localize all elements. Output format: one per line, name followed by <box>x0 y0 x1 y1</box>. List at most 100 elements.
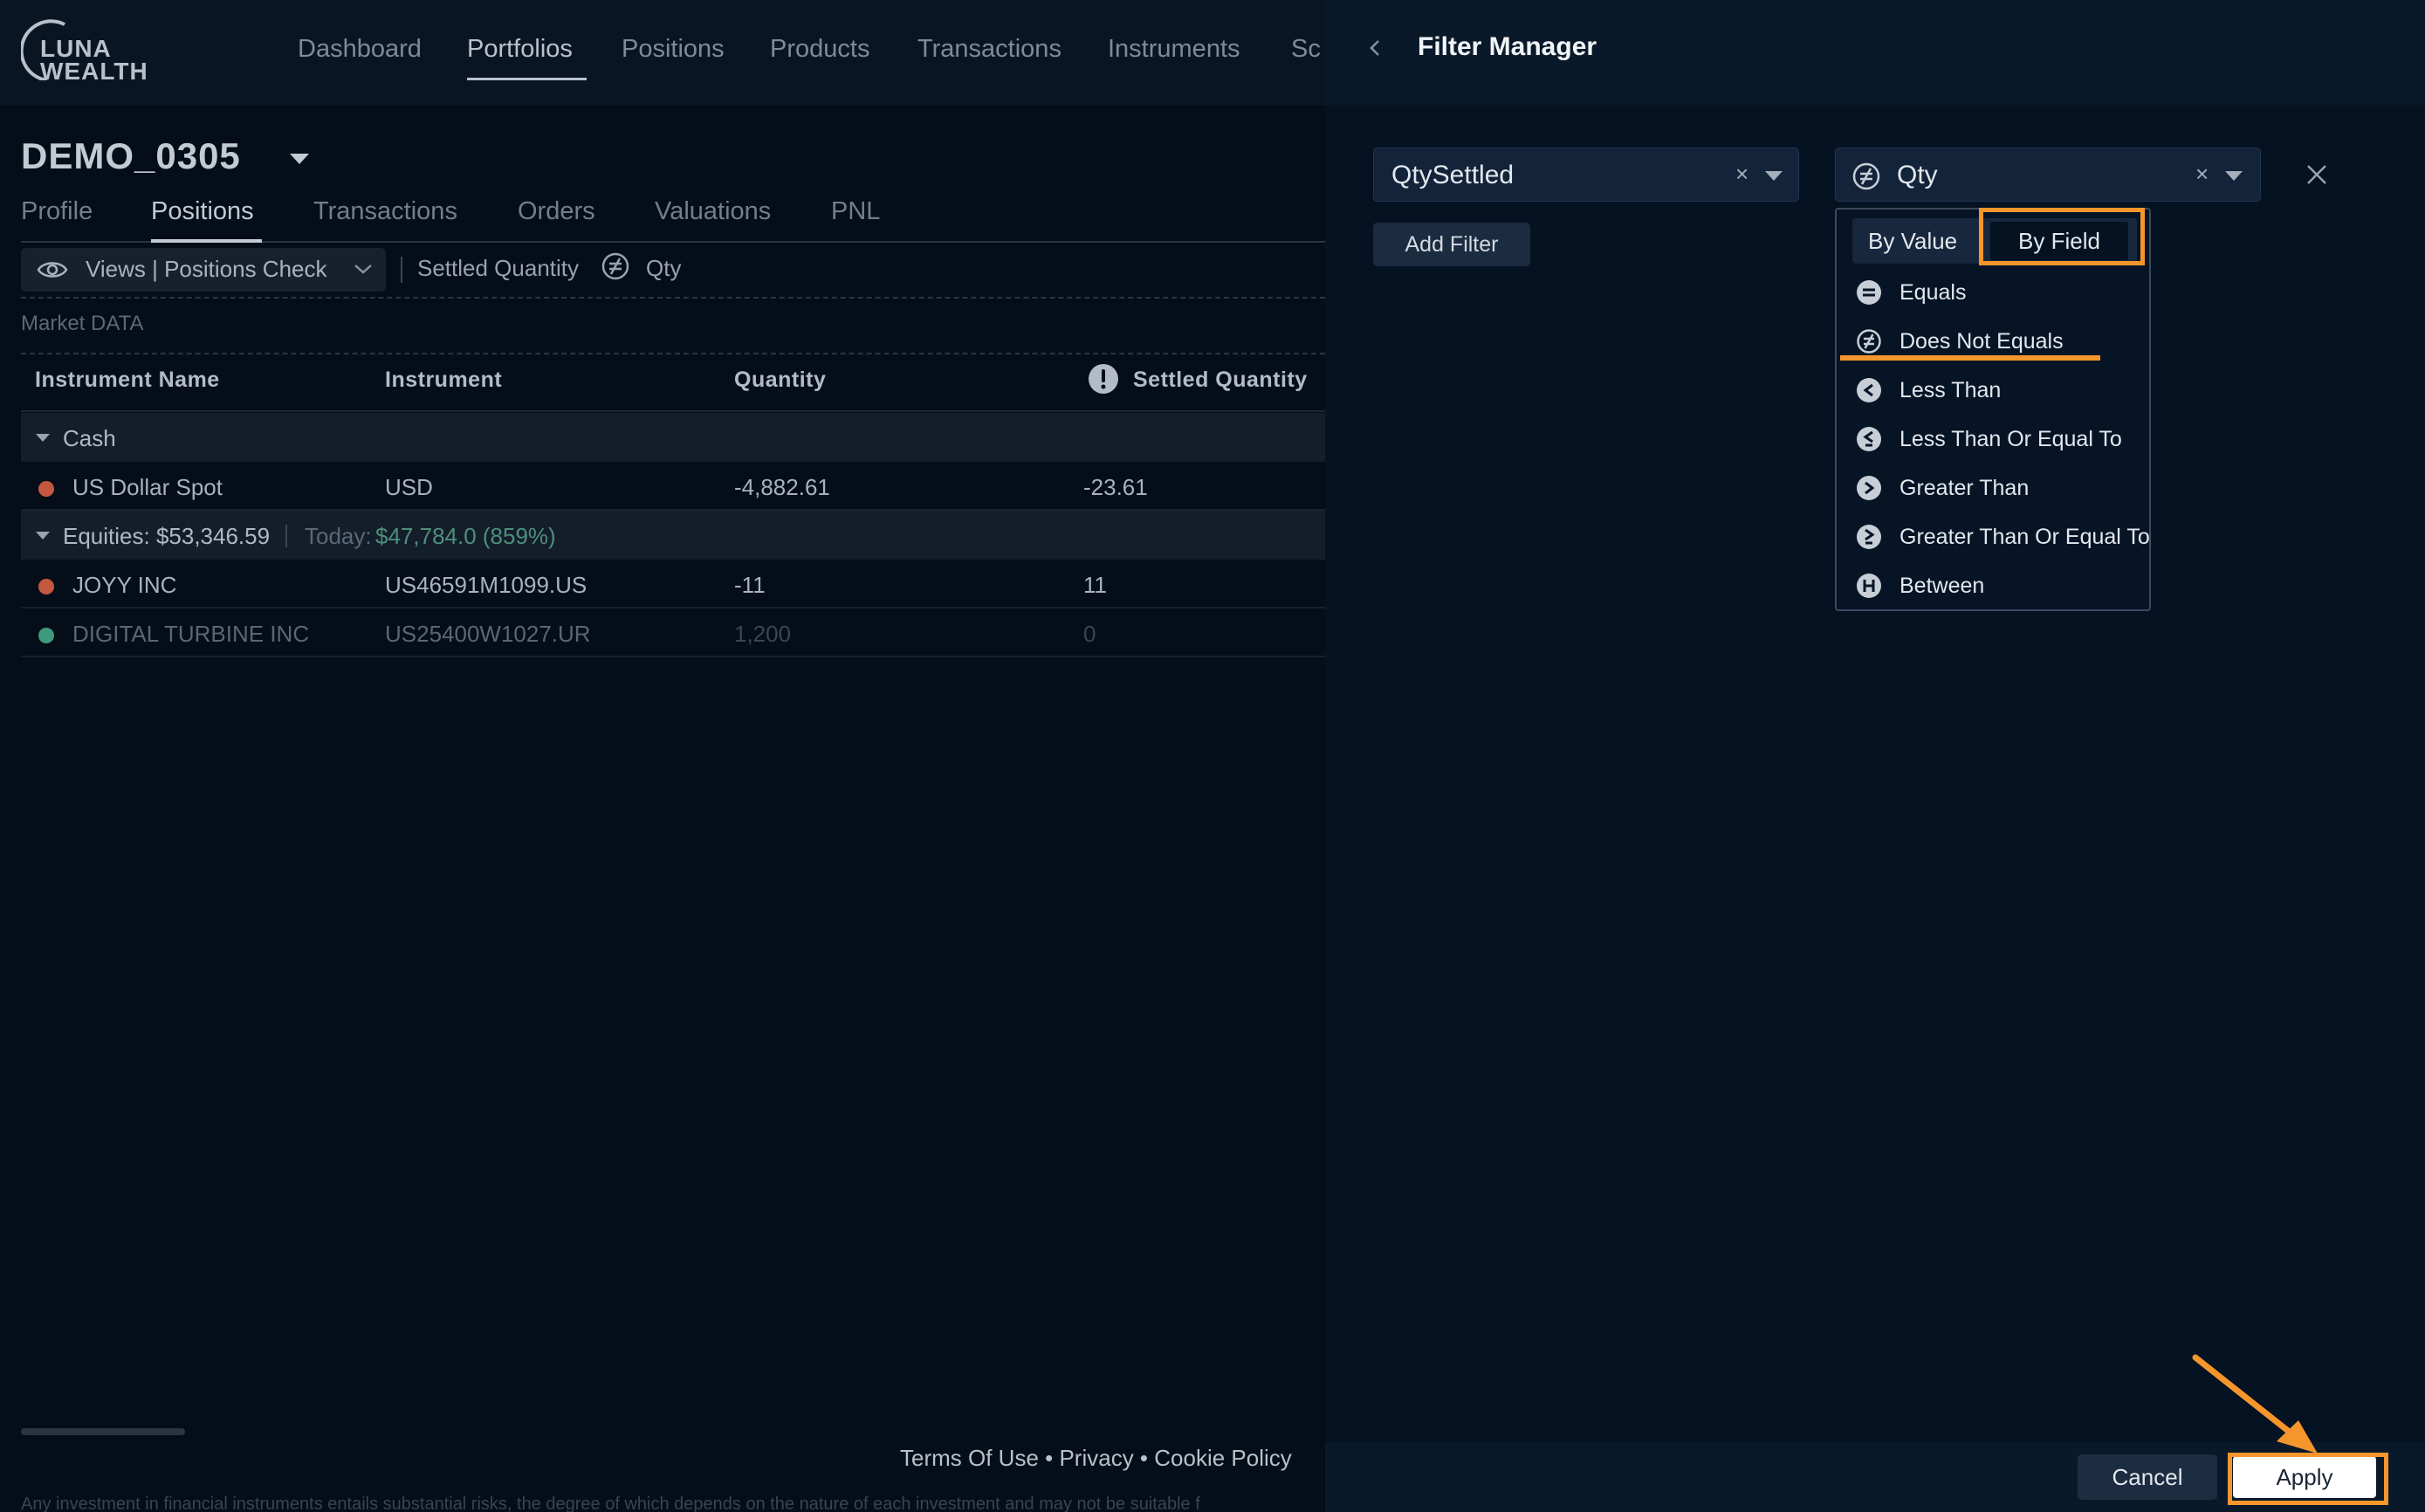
tab-transactions[interactable]: Transactions <box>313 197 457 226</box>
tab-positions[interactable]: Positions <box>151 197 254 226</box>
close-icon[interactable] <box>2305 162 2329 187</box>
cell-quantity: 1,200 <box>734 621 792 647</box>
caret-down-icon[interactable] <box>1765 171 1783 181</box>
dashed-divider <box>21 353 1325 354</box>
equals-icon <box>1857 280 1881 305</box>
filter-separator <box>401 257 402 283</box>
not-equal-icon <box>601 252 629 280</box>
group-label: Equities: $53,346.59 <box>63 523 271 549</box>
today-label: Today: <box>305 523 372 549</box>
operator-dropdown: By Value By Field Equals Does Not Equals <box>1835 208 2151 611</box>
add-filter-button[interactable]: Add Filter <box>1373 223 1530 266</box>
operator-label: Does Not Equals <box>1899 329 2064 354</box>
nav-truncated-item[interactable]: Sc <box>1291 35 1321 64</box>
operator-label: Equals <box>1899 280 1967 305</box>
panel-title: Filter Manager <box>1418 32 1597 61</box>
tab-active-indicator <box>151 239 262 243</box>
operator-label: Between <box>1899 574 1985 598</box>
operator-option-less-than-or-equal[interactable]: Less Than Or Equal To <box>1837 416 2151 461</box>
tab-valuations[interactable]: Valuations <box>655 197 771 226</box>
table-row[interactable]: JOYY INC US46591M1099.US -11 11 <box>21 560 1325 608</box>
footer-disclaimer: Any investment in financial instruments … <box>21 1495 1200 1512</box>
column-header-instrument[interactable]: Instrument <box>385 368 502 393</box>
operator-label: Greater Than <box>1899 476 2030 500</box>
operator-label: Greater Than Or Equal To <box>1899 525 2150 549</box>
status-dot-icon <box>38 628 54 643</box>
cell-quantity: -4,882.61 <box>734 474 830 500</box>
footer-links[interactable]: Terms Of Use • Privacy • Cookie Policy <box>900 1445 1292 1472</box>
tab-orders[interactable]: Orders <box>518 197 595 226</box>
cell-settled-quantity: -23.61 <box>1083 474 1148 500</box>
less-than-icon <box>1857 378 1881 402</box>
cell-instrument: USD <box>385 474 433 500</box>
operator-label: Less Than <box>1899 378 2002 402</box>
operator-option-between[interactable]: Between <box>1837 562 2151 608</box>
apply-button[interactable]: Apply <box>2233 1456 2376 1498</box>
column-header-instrument-name[interactable]: Instrument Name <box>35 368 220 393</box>
panel-header: Filter Manager <box>1325 0 2425 105</box>
active-filter-field[interactable]: Settled Quantity <box>417 255 579 282</box>
cell-instrument: US46591M1099.US <box>385 572 587 598</box>
less-than-equal-icon <box>1857 427 1881 451</box>
caret-down-icon <box>36 532 50 540</box>
portfolio-app: LUNA WEALTH Dashboard Portfolios Positio… <box>0 0 1325 1512</box>
mode-by-field-tab[interactable]: By Field <box>1990 222 2128 260</box>
compare-field-select[interactable]: Qty × <box>1835 148 2261 202</box>
cell-instrument: US25400W1027.UR <box>385 621 591 647</box>
nav-positions[interactable]: Positions <box>622 35 725 64</box>
nav-products[interactable]: Products <box>770 35 869 64</box>
filter-manager-panel: Filter Manager QtySettled × Qty × Add Fi… <box>1325 0 2425 1512</box>
column-header-settled-quantity[interactable]: Settled Quantity <box>1133 368 1308 393</box>
nav-transactions[interactable]: Transactions <box>917 35 1061 64</box>
logo-text-line2: WEALTH <box>40 58 148 85</box>
not-equal-icon <box>1857 329 1881 354</box>
caret-down-icon[interactable] <box>2225 171 2243 181</box>
nav-dashboard[interactable]: Dashboard <box>298 35 422 64</box>
operator-option-greater-than[interactable]: Greater Than <box>1837 464 2151 510</box>
greater-than-equal-icon <box>1857 525 1881 549</box>
field-select[interactable]: QtySettled × <box>1373 148 1799 202</box>
clear-icon[interactable]: × <box>1735 161 1748 188</box>
nav-portfolios[interactable]: Portfolios <box>467 35 573 64</box>
chevron-left-icon[interactable] <box>1369 38 1381 58</box>
table-header-divider <box>21 410 1325 412</box>
eye-icon <box>37 262 68 278</box>
annotation-arrow-icon <box>2192 1354 2318 1454</box>
cell-instrument-name: DIGITAL TURBINE INC <box>72 621 310 647</box>
dashed-divider <box>21 297 1325 299</box>
nav-active-indicator <box>467 78 587 80</box>
section-label: Market DATA <box>21 312 144 335</box>
luna-wealth-logo[interactable]: LUNA WEALTH <box>21 19 152 87</box>
group-row-cash[interactable]: Cash <box>21 413 1325 462</box>
operator-option-greater-than-or-equal[interactable]: Greater Than Or Equal To <box>1837 513 2151 559</box>
operator-option-less-than[interactable]: Less Than <box>1837 367 2151 412</box>
nav-instruments[interactable]: Instruments <box>1108 35 1240 64</box>
highlight-does-not-equals-underline <box>1840 355 2100 361</box>
table-row[interactable]: US Dollar Spot USD -4,882.61 -23.61 <box>21 462 1325 511</box>
column-header-quantity[interactable]: Quantity <box>734 368 826 393</box>
tab-pnl[interactable]: PNL <box>831 197 880 226</box>
cell-instrument-name: JOYY INC <box>72 572 177 598</box>
caret-down-icon <box>36 434 50 442</box>
warning-icon <box>1089 364 1118 394</box>
operator-label: Less Than Or Equal To <box>1899 427 2122 451</box>
portfolio-dropdown-caret-icon[interactable] <box>290 154 309 164</box>
operator-option-equals[interactable]: Equals <box>1837 269 2151 314</box>
status-dot-icon <box>38 579 54 594</box>
clear-icon[interactable]: × <box>2195 161 2209 188</box>
tab-profile[interactable]: Profile <box>21 197 93 226</box>
horizontal-scrollbar[interactable] <box>21 1428 185 1435</box>
group-row-equities[interactable]: Equities: $53,346.59 Today: $47,784.0 (8… <box>21 511 1325 560</box>
mode-by-value-tab[interactable]: By Value <box>1868 228 1957 255</box>
between-icon <box>1857 574 1881 598</box>
cell-instrument-name: US Dollar Spot <box>72 474 223 500</box>
views-selector[interactable]: Views | Positions Check <box>21 248 386 292</box>
chevron-down-icon <box>354 265 372 274</box>
table-row[interactable]: DIGITAL TURBINE INC US25400W1027.UR 1,20… <box>21 608 1325 657</box>
today-change-value: $47,784.0 (859%) <box>375 523 556 549</box>
active-filter-value[interactable]: Qty <box>646 255 681 282</box>
group-label: Cash <box>63 425 116 451</box>
cell-settled-quantity: 0 <box>1083 621 1096 647</box>
not-equal-icon <box>1852 162 1880 190</box>
status-dot-icon <box>38 481 54 497</box>
